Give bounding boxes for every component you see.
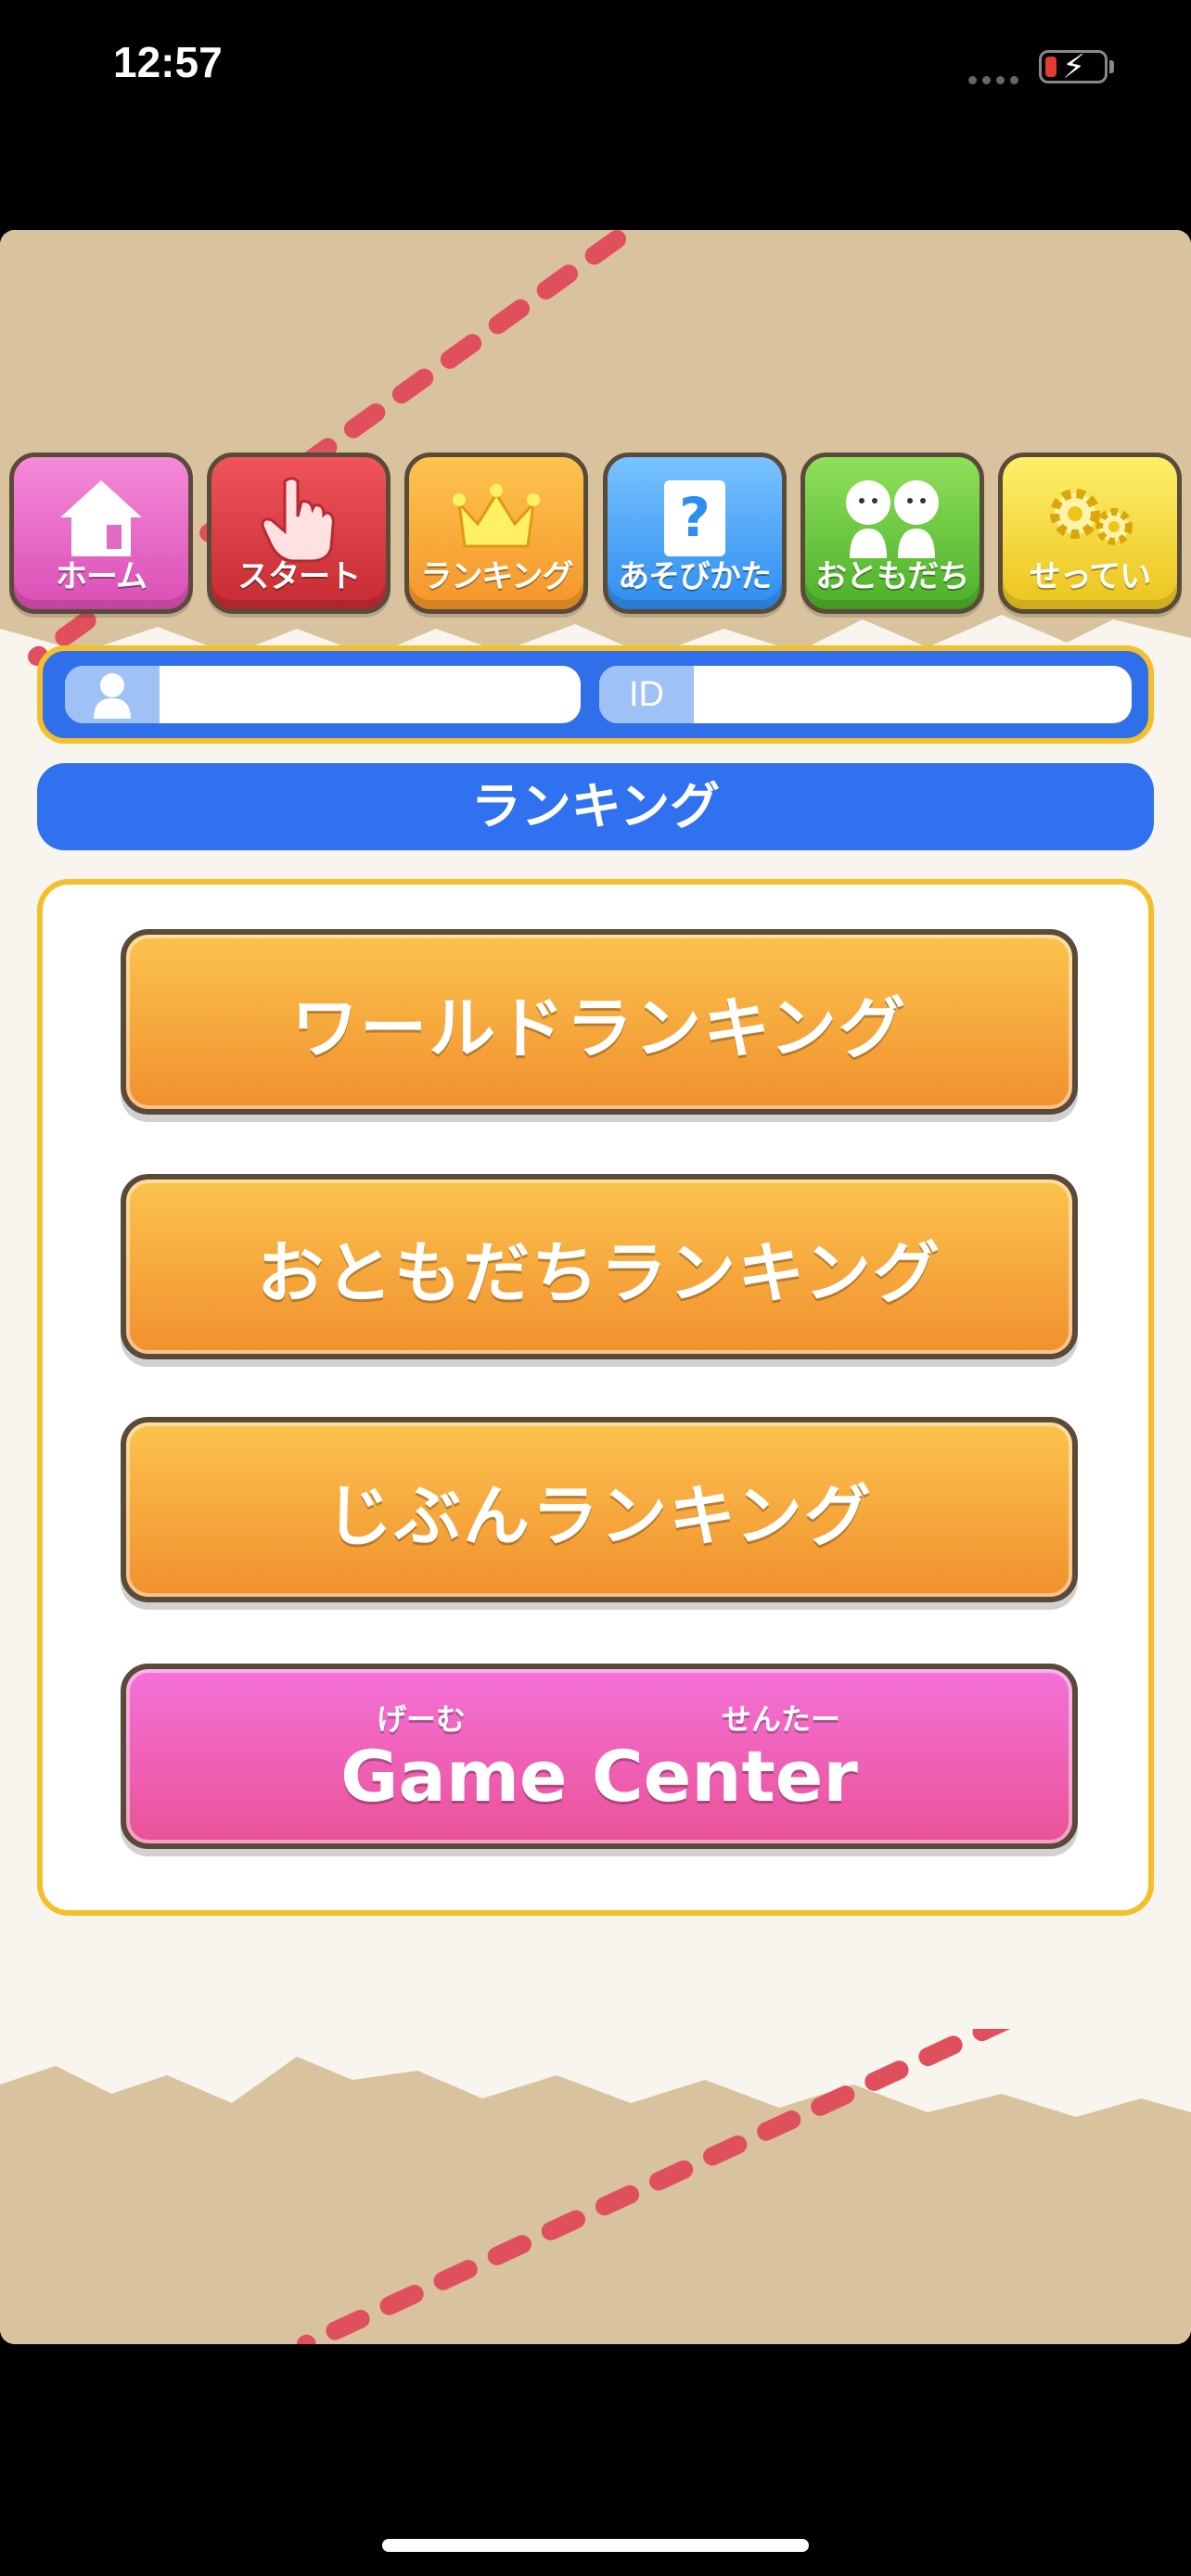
player-name-field (65, 666, 581, 723)
world-ranking-button[interactable]: ワールドランキング (121, 929, 1078, 1115)
nav-settings-label: せってい (1029, 558, 1151, 595)
signal-icon (968, 76, 1018, 84)
my-ranking-label: じぶんランキング (326, 1476, 873, 1555)
game-center-ruby: げーむ せんたー (358, 1696, 840, 1739)
nav-ranking-label: ランキング (420, 558, 573, 595)
person-icon (65, 666, 160, 723)
nav-howto-label: あそびかた (618, 558, 772, 595)
friends-ranking-label: おともだちランキング (257, 1233, 941, 1312)
friends-ranking-button[interactable]: おともだちランキング (121, 1174, 1078, 1359)
nav-start-label: スタート (237, 558, 361, 595)
home-indicator[interactable] (382, 2539, 809, 2552)
game-center-label: Game Center (340, 1734, 858, 1817)
battery-tip (1109, 60, 1114, 73)
ranking-panel: ワールドランキング おともだちランキング じぶんランキング げーむ せんたー G… (37, 879, 1154, 1916)
nav-friends-label: おともだち (815, 558, 969, 595)
id-label: ID (599, 666, 694, 723)
nav-friends-button[interactable]: おともだち (800, 453, 984, 614)
ruby-right: せんたー (721, 1701, 840, 1737)
battery-icon: ⚡ (1039, 49, 1108, 86)
nav-home-label: ホーム (56, 558, 147, 595)
game-center-button[interactable]: げーむ せんたー Game Center (121, 1664, 1078, 1849)
svg-text:?: ? (679, 486, 711, 549)
ruby-left: げーむ (377, 1701, 467, 1737)
section-title: ランキング (37, 763, 1154, 850)
nav-ranking-button[interactable]: ランキング (404, 453, 589, 614)
app-screen: ホーム スタート ランキング ? あそびかた おともだち せってい ID ランキ… (0, 230, 1191, 2344)
my-ranking-button[interactable]: じぶんランキング (121, 1417, 1078, 1602)
main-nav: ホーム スタート ランキング ? あそびかた おともだち せってい (9, 453, 1182, 616)
paper-background-bottom (0, 2029, 1191, 2344)
nav-home-button[interactable]: ホーム (9, 453, 193, 614)
nav-start-button[interactable]: スタート (207, 453, 391, 614)
world-ranking-label: ワールドランキング (291, 988, 907, 1067)
profile-bar: ID (37, 645, 1154, 744)
player-id-field: ID (599, 666, 1132, 723)
nav-howto-button[interactable]: ? あそびかた (602, 453, 787, 614)
status-time: 12:57 (113, 38, 223, 86)
nav-settings-button[interactable]: せってい (997, 453, 1182, 614)
